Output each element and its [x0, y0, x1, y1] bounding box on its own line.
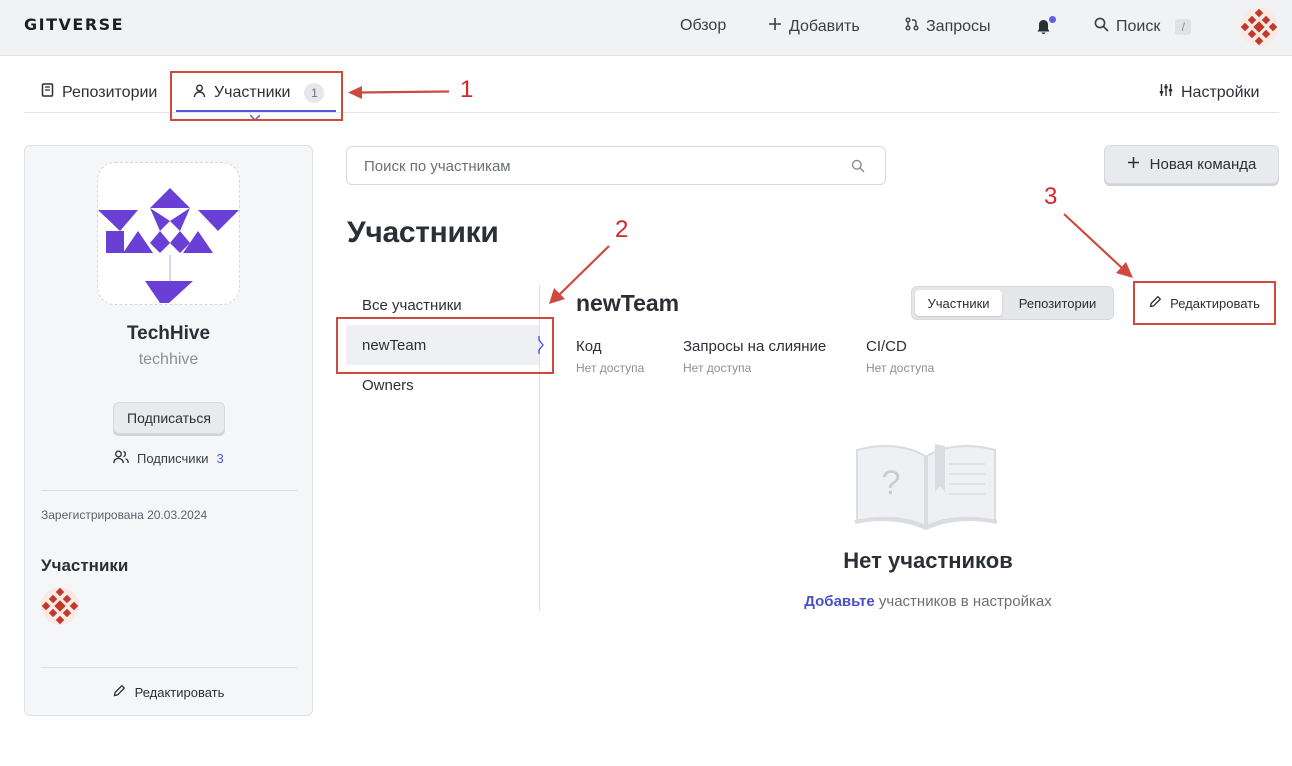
annotation-arrow-3 — [1062, 212, 1136, 280]
tab-settings[interactable]: Настройки — [1159, 83, 1259, 102]
sidebar-divider-1 — [41, 490, 297, 491]
permission-merge-requests-label: Запросы на слияние — [683, 338, 827, 355]
search-icon — [851, 159, 865, 178]
pencil-icon — [113, 684, 126, 700]
gitverse-logo[interactable]: GITVERSE — [24, 15, 124, 34]
sidebar-members-title: Участники — [41, 556, 129, 575]
annotation-number-2: 2 — [615, 216, 629, 243]
nav-search[interactable]: Поиск / — [1094, 17, 1192, 37]
registration-date: Зарегистрирована 20.03.2024 — [41, 508, 208, 522]
empty-state-description: участников в настройках — [874, 593, 1052, 610]
bell-icon — [1036, 20, 1051, 39]
member-avatar[interactable] — [41, 587, 79, 625]
followers-count: 3 — [216, 451, 224, 466]
team-view-toggle: Участники Репозитории — [911, 286, 1114, 320]
notifications-button[interactable] — [1036, 16, 1056, 39]
followers-label: Подписчики — [137, 451, 209, 466]
search-icon — [1094, 17, 1109, 37]
member-search-input[interactable] — [362, 157, 846, 176]
nav-requests-label: Запросы — [926, 17, 991, 35]
annotation-arrow-1 — [346, 84, 451, 100]
member-search-field[interactable] — [346, 146, 886, 185]
svg-text:?: ? — [882, 464, 901, 502]
nav-add-label: Добавить — [789, 17, 860, 35]
user-avatar[interactable] — [1240, 8, 1278, 46]
techhive-logo-icon — [98, 188, 239, 303]
page-title: Участники — [347, 216, 499, 249]
plus-icon — [1127, 156, 1140, 173]
annotation-number-3: 3 — [1044, 183, 1058, 210]
nav-overview-label: Обзор — [680, 17, 727, 34]
plus-icon — [768, 17, 782, 36]
empty-state-text: Добавьте участников в настройках — [700, 593, 1156, 610]
permission-code-value: Нет доступа — [576, 361, 645, 375]
edit-org-label: Редактировать — [134, 684, 225, 700]
tab-settings-label: Настройки — [1181, 83, 1260, 101]
subscribe-button[interactable]: Подписаться — [113, 402, 225, 434]
new-team-label: Новая команда — [1149, 156, 1257, 173]
annotation-box-2 — [336, 317, 554, 374]
add-members-link[interactable]: Добавьте — [804, 593, 874, 610]
notification-dot — [1049, 16, 1056, 23]
annotation-box-3 — [1133, 281, 1276, 325]
edit-org-button[interactable]: Редактировать — [24, 684, 313, 700]
nav-add[interactable]: Добавить — [768, 17, 860, 36]
segment-members[interactable]: Участники — [915, 290, 1002, 316]
empty-book-icon: ? — [853, 442, 999, 531]
new-team-button[interactable]: Новая команда — [1104, 145, 1279, 184]
nav-requests[interactable]: Запросы — [905, 17, 991, 36]
org-login: techhive — [138, 351, 199, 368]
tab-repositories-label: Репозитории — [62, 83, 158, 101]
org-avatar — [97, 162, 240, 305]
org-name: TechHive — [126, 323, 211, 344]
segment-repositories[interactable]: Репозитории — [1005, 290, 1110, 316]
permission-code-label: Код — [576, 338, 602, 355]
nav-overview[interactable]: Обзор — [680, 17, 726, 35]
permission-cicd-value: Нет доступа — [866, 361, 935, 375]
people-icon — [113, 450, 129, 467]
tab-repositories[interactable]: Репозитории — [41, 83, 157, 102]
book-icon — [41, 83, 54, 102]
followers-link[interactable]: Подписчики 3 — [113, 450, 224, 467]
sidebar-divider-2 — [41, 667, 297, 668]
sliders-icon — [1159, 83, 1173, 102]
search-shortcut: / — [1175, 19, 1192, 35]
annotation-box-1 — [170, 71, 343, 121]
pull-request-icon — [905, 17, 919, 36]
nav-search-label: Поиск — [1116, 18, 1161, 35]
empty-state-title: Нет участников — [843, 548, 1013, 573]
team-title: newTeam — [576, 290, 680, 316]
permission-cicd-label: CI/CD — [866, 338, 907, 355]
permission-merge-requests-value: Нет доступа — [683, 361, 752, 375]
annotation-number-1: 1 — [460, 76, 474, 103]
